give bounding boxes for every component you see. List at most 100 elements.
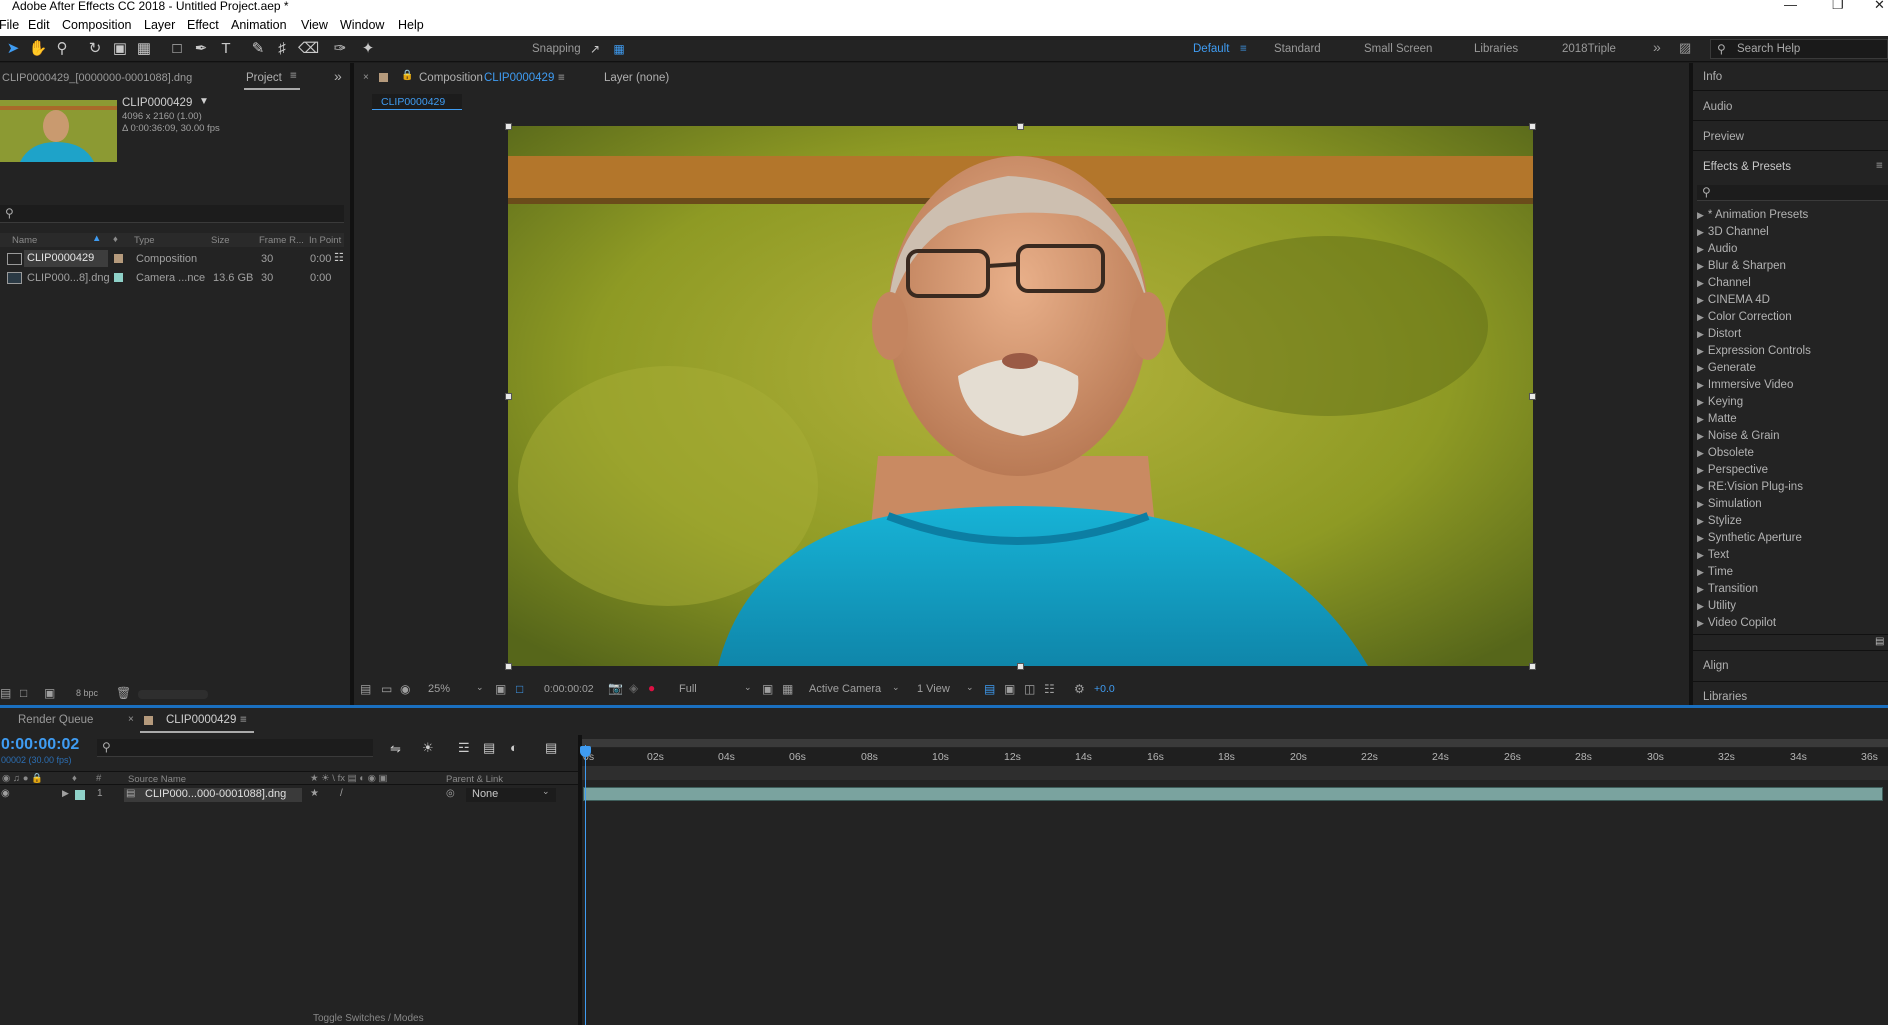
quality-switch-icon[interactable]: / [340, 788, 343, 799]
frame-blending-icon[interactable]: ▤ [483, 740, 495, 756]
pick-whip-icon[interactable]: ◎ [446, 788, 455, 799]
shy-layers-icon[interactable]: ☲ [458, 740, 470, 756]
menu-edit[interactable]: Edit [28, 18, 50, 32]
eraser-tool-icon[interactable]: ⌫ [298, 39, 319, 59]
tab-timeline-comp[interactable]: CLIP0000429 [166, 714, 236, 726]
monitor-icon[interactable]: ▭ [381, 682, 392, 696]
label-color-swatch[interactable] [114, 273, 123, 282]
table-row[interactable]: CLIP000...8].dng Camera ...nce 13.6 GB 3… [0, 269, 344, 286]
effects-category[interactable]: ▶ Transition [1697, 583, 1758, 595]
transform-handle[interactable] [1017, 663, 1024, 670]
show-snapshot-icon[interactable]: ◈ [629, 681, 638, 695]
col-source-name[interactable]: Source Name [128, 774, 186, 785]
roto-brush-tool-icon[interactable]: ✑ [330, 39, 350, 59]
workspace-libraries[interactable]: Libraries [1474, 43, 1518, 55]
layer-row[interactable]: ◉ ▶ 1 ▤ CLIP000...000-0001088].dng ★ / ◎… [0, 786, 578, 803]
fast-previews-icon[interactable]: ▣ [1004, 682, 1015, 696]
timeline-icon[interactable]: ◫ [1024, 682, 1035, 696]
region-of-interest-icon[interactable]: ▣ [762, 682, 773, 696]
transform-handle[interactable] [1529, 393, 1536, 400]
col-type[interactable]: Type [134, 235, 155, 246]
new-composition-icon[interactable]: ▣ [44, 686, 55, 700]
comp-breadcrumb[interactable]: CLIP0000429 [372, 94, 462, 110]
selection-tool-icon[interactable]: ➤ [3, 39, 23, 59]
comp-tab-name[interactable]: CLIP0000429 [484, 72, 554, 84]
more-workspaces-icon[interactable]: » [1653, 39, 1661, 55]
effects-category[interactable]: ▶ Utility [1697, 600, 1736, 612]
effects-presets-header[interactable]: Effects & Presets ≡ [1693, 152, 1888, 180]
item-dropdown-icon[interactable]: ▼ [199, 96, 209, 107]
effects-category[interactable]: ▶ Keying [1697, 396, 1743, 408]
zoom-level[interactable]: 25% [428, 683, 450, 695]
preview-panel-header[interactable]: Preview [1693, 122, 1888, 151]
layer-name-box[interactable]: ▤ CLIP000...000-0001088].dng [124, 788, 302, 802]
expand-layer-icon[interactable]: ▶ [62, 788, 69, 799]
effects-category[interactable]: ▶ Synthetic Aperture [1697, 532, 1802, 544]
camera-select[interactable]: Active Camera [809, 683, 881, 695]
tab-render-queue[interactable]: Render Queue [18, 714, 93, 726]
transform-handle[interactable] [1529, 663, 1536, 670]
effects-category[interactable]: ▶ RE:Vision Plug-ins [1697, 481, 1803, 493]
minimize-icon[interactable]: — [1784, 0, 1797, 12]
mask-visibility-icon[interactable]: □ [516, 682, 523, 696]
time-ruler[interactable] [582, 748, 1888, 766]
always-preview-icon[interactable]: ▤ [360, 682, 371, 696]
motion-blur-icon[interactable]: ◐ [510, 740, 518, 755]
flowchart-icon[interactable]: ☷ [334, 251, 344, 264]
timeline-graph-area[interactable] [582, 735, 1888, 1025]
vr-icon[interactable]: ◉ [400, 682, 410, 696]
playhead-line[interactable] [585, 745, 586, 1025]
type-tool-icon[interactable]: T [216, 39, 236, 59]
effects-category[interactable]: ▶ Blur & Sharpen [1697, 260, 1786, 272]
panel-menu-icon[interactable]: ≡ [1876, 160, 1883, 172]
toggle-switches-modes[interactable]: Toggle Switches / Modes [313, 1013, 424, 1024]
menu-help[interactable]: Help [398, 18, 424, 32]
expand-panels-icon[interactable]: » [334, 68, 342, 84]
snapshot-camera-icon[interactable]: 📷 [608, 681, 623, 695]
col-frame-rate[interactable]: Frame R... [259, 235, 304, 246]
transform-handle[interactable] [505, 663, 512, 670]
puppet-pin-tool-icon[interactable]: ✦ [358, 39, 378, 59]
effects-category[interactable]: ▶ Immersive Video [1697, 379, 1793, 391]
pan-behind-tool-icon[interactable]: ▦ [134, 39, 154, 59]
label-color-swatch[interactable] [114, 254, 123, 263]
playhead-handle[interactable] [580, 746, 591, 757]
comp-tab-prefix[interactable]: Composition [419, 72, 483, 84]
menu-composition[interactable]: Composition [62, 18, 131, 32]
viewer-timecode[interactable]: 0:00:00:02 [544, 683, 594, 695]
video-visibility-icon[interactable]: ◉ [1, 788, 10, 799]
tab-layer[interactable]: Layer (none) [604, 72, 669, 84]
menu-window[interactable]: Window [340, 18, 384, 32]
rotate-tool-icon[interactable]: ↻ [85, 39, 105, 59]
col-size[interactable]: Size [211, 235, 229, 246]
close-icon[interactable]: ✕ [1874, 0, 1885, 13]
resolution-select[interactable]: Full [679, 683, 697, 695]
reset-exposure-icon[interactable]: ⚙ [1074, 682, 1085, 696]
tab-project[interactable]: Project [246, 72, 282, 84]
effects-search-input[interactable]: ⚲ [1697, 185, 1888, 201]
chevron-down-icon[interactable]: ⌄ [744, 682, 752, 693]
trash-icon[interactable]: 🗑 [116, 686, 131, 700]
new-bin-icon[interactable]: ▤ [1875, 636, 1884, 647]
workspace-menu-icon[interactable]: ≡ [1240, 43, 1247, 55]
chevron-down-icon[interactable]: ⌄ [892, 682, 900, 693]
col-in-point[interactable]: In Point [309, 235, 341, 246]
channel-rgb-icon[interactable]: ● [648, 681, 655, 695]
col-parent[interactable]: Parent & Link [446, 774, 503, 785]
hand-tool-icon[interactable]: ✋ [28, 39, 48, 59]
workspace-standard[interactable]: Standard [1274, 43, 1321, 55]
effects-category[interactable]: ▶ Perspective [1697, 464, 1768, 476]
effects-category[interactable]: ▶ Text [1697, 549, 1729, 561]
layer-label-swatch[interactable] [75, 790, 85, 800]
clone-stamp-tool-icon[interactable]: ♯ [272, 39, 292, 59]
menu-file[interactable]: File [0, 18, 19, 32]
draft-3d-icon[interactable]: ☀ [422, 740, 434, 756]
restore-icon[interactable]: ❐ [1832, 0, 1844, 13]
camera-tool-icon[interactable]: ▣ [110, 39, 130, 59]
workspace-layout-icon[interactable]: ▨ [1679, 40, 1691, 56]
parent-select[interactable]: None ⌄ [466, 786, 556, 802]
work-area-bar[interactable] [582, 739, 1888, 747]
effects-category[interactable]: ▶ Generate [1697, 362, 1756, 374]
chevron-down-icon[interactable]: ⌄ [966, 682, 974, 693]
snap-edges-icon[interactable]: ↗ [585, 39, 605, 59]
